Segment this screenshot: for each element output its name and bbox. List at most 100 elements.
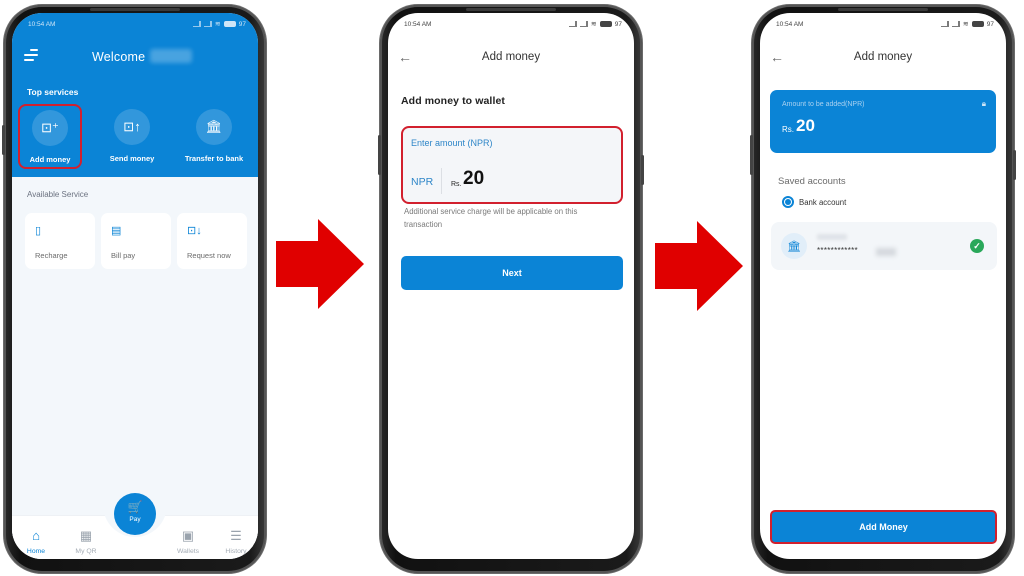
battery-icon xyxy=(971,21,984,27)
signal-icon xyxy=(951,21,960,27)
signal-icon xyxy=(568,21,577,27)
request-now-card[interactable]: ⊡↓ Request now xyxy=(177,213,247,269)
recharge-card[interactable]: ▯ Recharge xyxy=(25,213,95,269)
nav-history[interactable]: ☰ History xyxy=(214,528,258,555)
nav-label: Home xyxy=(26,548,46,555)
phone-home-screen: 10:54 AM ≋ 97 Welcome Top services ⊡⁺ Ad… xyxy=(2,5,266,573)
history-icon: ☰ xyxy=(230,528,242,543)
amount-label: Amount to be added(NPR) xyxy=(782,101,865,108)
phone-confirm-screen: 10:54 AM ≋ 97 ← Add money Amount to be a… xyxy=(750,5,1016,573)
wallet-plus-icon: ⊡⁺ xyxy=(32,110,68,146)
home-screen: 10:54 AM ≋ 97 Welcome Top services ⊡⁺ Ad… xyxy=(12,13,258,559)
pay-button[interactable]: 🛒 Pay xyxy=(114,493,156,535)
rs-prefix: Rs. xyxy=(782,125,794,134)
bank-icon: 🏛︎ xyxy=(781,233,807,259)
confirm-add-money-screen: 10:54 AM ≋ 97 ← Add money Amount to be a… xyxy=(760,13,1006,559)
wifi-icon: ≋ xyxy=(962,20,969,28)
battery-icon xyxy=(599,21,612,27)
tutorial-stage: 10:54 AM ≋ 97 Welcome Top services ⊡⁺ Ad… xyxy=(0,0,1024,576)
signal-icon xyxy=(940,21,949,27)
account-number: ************ xyxy=(817,246,858,255)
amount-value[interactable]: 20 xyxy=(463,168,484,190)
status-time: 10:54 AM xyxy=(776,20,804,28)
radio-label: Bank account xyxy=(799,197,847,207)
flow-arrow-icon xyxy=(655,221,743,311)
nav-my-qr[interactable]: ▦ My QR xyxy=(64,528,108,555)
amount-value: 20 xyxy=(796,116,815,135)
phone-side-button xyxy=(378,135,381,175)
amount-input-field[interactable]: Enter amount (NPR) NPR Rs. 20 xyxy=(401,126,623,204)
status-icons: ≋ 97 xyxy=(568,20,622,28)
bill-pay-card[interactable]: ▤ Bill pay xyxy=(101,213,171,269)
amount-label: Enter amount (NPR) xyxy=(411,138,493,148)
battery-level: 97 xyxy=(614,20,622,28)
phone-add-money-screen: 10:54 AM ≋ 97 ← Add money Add money to w… xyxy=(378,5,644,573)
amount-summary-card: Amount to be added(NPR) 🔒︎ Rs. 20 xyxy=(770,90,996,153)
section-heading: Add money to wallet xyxy=(401,95,505,107)
service-label: Bill pay xyxy=(111,251,136,260)
radio-selected-icon xyxy=(782,196,794,208)
wallet-icon: ▣ xyxy=(181,528,195,543)
service-label: Add money xyxy=(29,155,71,164)
qr-icon: ▦ xyxy=(79,528,93,543)
service-label: Send money xyxy=(109,154,155,163)
wifi-icon: ≋ xyxy=(590,20,597,28)
bank-account-radio[interactable]: Bank account xyxy=(782,196,846,208)
phone-recharge-icon: ▯ xyxy=(35,225,42,237)
service-label: Recharge xyxy=(35,251,68,260)
page-title: Add money xyxy=(853,51,913,63)
battery-level: 97 xyxy=(986,20,994,28)
status-time: 10:54 AM xyxy=(404,20,432,28)
next-button[interactable]: Next xyxy=(401,256,623,290)
nav-wallets[interactable]: ▣ Wallets xyxy=(166,528,210,555)
menu-icon[interactable] xyxy=(24,49,38,61)
status-time: 10:54 AM xyxy=(28,20,56,28)
saved-account-item[interactable]: 🏛︎ ************ ✓ xyxy=(771,222,997,270)
bill-icon: ▤ xyxy=(111,225,122,237)
send-money-service[interactable]: ⊡↑ Send money xyxy=(94,109,170,163)
service-label: Transfer to bank xyxy=(184,154,244,163)
flow-arrow-icon xyxy=(276,219,364,309)
divider xyxy=(441,168,442,194)
rs-prefix: Rs. xyxy=(451,181,462,188)
battery-level: 97 xyxy=(238,20,246,28)
top-services-heading: Top services xyxy=(27,87,79,97)
add-money-service[interactable]: ⊡⁺ Add money xyxy=(18,104,82,169)
money-request-icon: ⊡↓ xyxy=(187,225,202,237)
status-icons: ≋ 97 xyxy=(940,20,994,28)
signal-icon xyxy=(579,21,588,27)
phone-side-button xyxy=(1013,150,1016,180)
service-charge-note: Additional service charge will be applic… xyxy=(404,207,578,229)
money-send-icon: ⊡↑ xyxy=(114,109,150,145)
home-icon: ⌂ xyxy=(32,528,40,543)
status-bar: 10:54 AM ≋ 97 xyxy=(760,13,1006,35)
phone-side-button xyxy=(2,125,5,155)
phone-side-button xyxy=(641,155,644,185)
page-title: Add money xyxy=(481,51,541,63)
lock-icon: 🔒︎ xyxy=(981,99,986,108)
pay-label: Pay xyxy=(129,516,141,523)
phone-side-button xyxy=(750,135,753,175)
account-name-blurred xyxy=(817,234,847,240)
check-circle-icon: ✓ xyxy=(970,239,984,253)
wifi-icon: ≋ xyxy=(214,20,221,28)
pay-icon: 🛒 xyxy=(127,500,143,514)
user-name-blurred xyxy=(150,49,192,63)
status-bar: 10:54 AM ≋ 97 xyxy=(388,13,634,35)
signal-icon xyxy=(203,21,212,27)
status-bar: 10:54 AM ≋ 97 xyxy=(12,13,258,35)
add-money-screen: 10:54 AM ≋ 97 ← Add money Add money to w… xyxy=(388,13,634,559)
home-header: 10:54 AM ≋ 97 Welcome Top services ⊡⁺ Ad… xyxy=(12,13,258,177)
nav-label: My QR xyxy=(75,548,97,555)
transfer-to-bank-service[interactable]: 🏛 Transfer to bank xyxy=(176,109,252,163)
battery-icon xyxy=(223,21,236,27)
nav-home[interactable]: ⌂ Home xyxy=(14,528,58,555)
nav-label: History xyxy=(225,548,247,555)
account-number-blurred xyxy=(876,248,896,256)
welcome-text: Welcome xyxy=(92,50,146,64)
service-label: Request now xyxy=(187,251,231,260)
currency-code: NPR xyxy=(411,176,434,188)
status-icons: ≋ 97 xyxy=(192,20,246,28)
saved-accounts-heading: Saved accounts xyxy=(778,176,846,187)
add-money-button[interactable]: Add Money xyxy=(770,510,997,544)
